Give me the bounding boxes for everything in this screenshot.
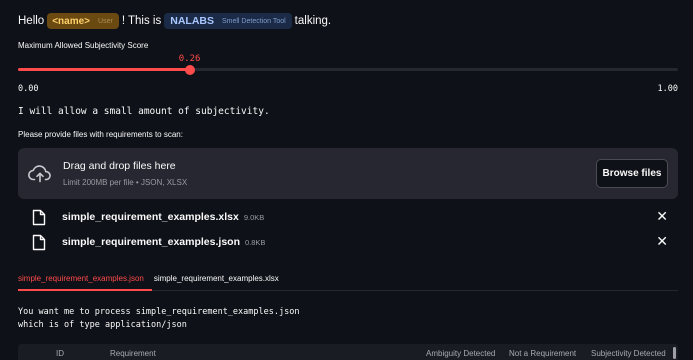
greeting-this-is: ! This is — [121, 15, 162, 27]
greeting-hello: Hello — [18, 15, 45, 27]
greeting-line: Hello <name> User ! This is NALABS Smell… — [18, 12, 331, 30]
file-icon — [32, 234, 46, 251]
user-name-chip: <name> User — [47, 13, 119, 29]
file-size: 0.8KB — [245, 237, 266, 247]
file-name: simple_requirement_examples.xlsx — [62, 211, 239, 223]
column-header-ambiguity[interactable]: Ambiguity Detected — [426, 349, 495, 358]
file-icon — [32, 209, 46, 226]
uploaded-file-row: simple_requirement_examples.json 0.8KB ✕ — [32, 232, 678, 252]
tab-xlsx-file[interactable]: simple_requirement_examples.xlsx — [154, 274, 279, 288]
results-table-header: ID Requirement Ambiguity Detected Not a … — [18, 344, 678, 360]
slider-current-value: 0.26 — [178, 54, 201, 64]
upload-label: Please provide files with requirements t… — [18, 130, 183, 139]
subjectivity-message: I will allow a small amount of subjectiv… — [18, 106, 270, 117]
cloud-upload-icon — [28, 163, 52, 188]
file-name: simple_requirement_examples.json — [62, 236, 240, 248]
slider-min-label: 0.00 — [18, 84, 39, 94]
subjectivity-slider-label: Maximum Allowed Subjectivity Score — [18, 41, 149, 50]
process-message-line-1: You want me to process simple_requiremen… — [18, 307, 300, 317]
process-message: You want me to process simple_requiremen… — [18, 306, 299, 332]
tool-name-chip-text: NALABS — [170, 15, 214, 27]
tab-json-file[interactable]: simple_requirement_examples.json — [18, 274, 144, 288]
uploaded-file-row: simple_requirement_examples.xlsx 9.0KB ✕ — [32, 207, 678, 227]
active-tab-underline — [18, 289, 152, 291]
user-name-chip-sub: User — [98, 17, 113, 25]
slider-max-label: 1.00 — [657, 84, 678, 94]
column-header-requirement[interactable]: Requirement — [110, 349, 156, 358]
slider-thumb[interactable] — [184, 64, 195, 75]
tool-name-chip-sub: Smell Detection Tool — [221, 17, 286, 25]
file-size: 9.0KB — [243, 212, 265, 222]
browse-files-button[interactable]: Browse files — [596, 159, 668, 188]
subjectivity-slider[interactable] — [18, 64, 678, 75]
column-header-id[interactable]: ID — [56, 349, 64, 358]
remove-file-close-icon[interactable]: ✕ — [656, 234, 668, 248]
table-scrollbar[interactable] — [673, 347, 676, 359]
column-header-subjectivity[interactable]: Subjectivity Detected — [591, 349, 666, 358]
dropzone-title: Drag and drop files here — [63, 160, 176, 172]
tool-name-chip: NALABS Smell Detection Tool — [164, 13, 292, 29]
file-tabs: simple_requirement_examples.json simple_… — [18, 274, 289, 288]
process-message-line-2: which is of type application/json — [18, 320, 187, 330]
greeting-talking: talking. — [294, 15, 332, 27]
column-header-not-requirement[interactable]: Not a Requirement — [509, 349, 576, 358]
remove-file-close-icon[interactable]: ✕ — [656, 209, 668, 223]
file-dropzone[interactable]: Drag and drop files here Limit 200MB per… — [18, 148, 678, 199]
slider-fill — [18, 68, 190, 71]
user-name-chip-text: <name> — [52, 15, 91, 27]
dropzone-limit: Limit 200MB per file • JSON, XLSX — [63, 178, 188, 187]
